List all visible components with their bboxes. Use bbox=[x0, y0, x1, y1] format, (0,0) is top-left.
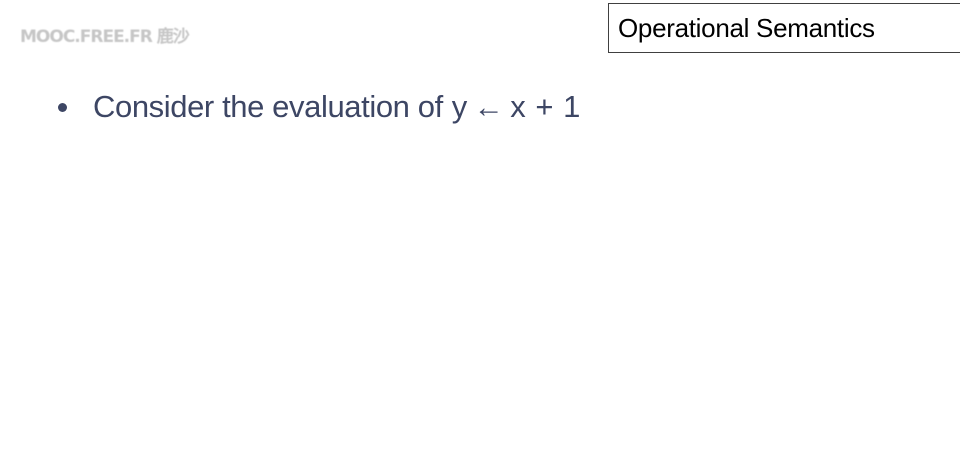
bullet-code-expression: y ← x + 1 bbox=[452, 89, 581, 125]
slide-title-box: Operational Semantics bbox=[608, 3, 960, 53]
bullet-item: Consider the evaluation of y ← x + 1 bbox=[58, 84, 581, 130]
slide-title: Operational Semantics bbox=[618, 12, 875, 43]
code-expression: x + 1 bbox=[510, 89, 581, 124]
bullet-icon bbox=[58, 102, 67, 112]
slide: MOOC.FREE.FR 鹿沙 Operational Semantics Co… bbox=[0, 0, 960, 459]
code-target-variable: y bbox=[451, 89, 468, 124]
assignment-arrow-icon: ← bbox=[473, 91, 505, 124]
bullet-text: Consider the evaluation of bbox=[93, 89, 443, 124]
watermark-logo: MOOC.FREE.FR 鹿沙 bbox=[20, 20, 190, 48]
watermark-text: MOOC.FREE.FR 鹿沙 bbox=[20, 26, 190, 47]
